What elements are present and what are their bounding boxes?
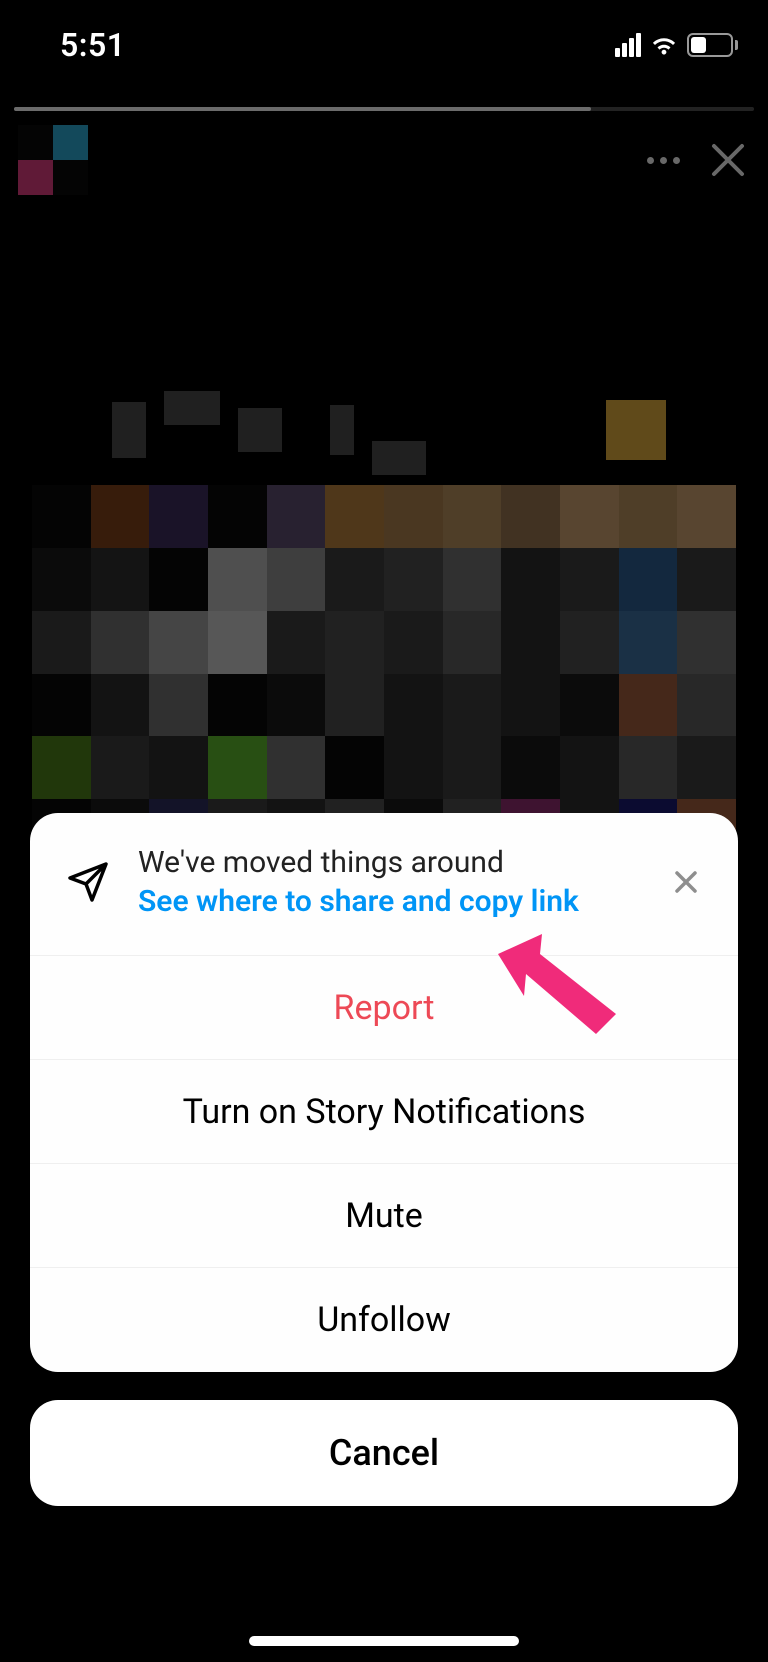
status-bar: 5:51 36 <box>0 0 768 90</box>
status-icons: 36 <box>615 33 738 57</box>
menu-item-unfollow[interactable]: Unfollow <box>30 1268 738 1372</box>
info-close-button[interactable] <box>664 860 708 904</box>
menu-item-label: Turn on Story Notifications <box>183 1092 586 1132</box>
battery-icon: 36 <box>687 33 738 57</box>
action-sheet: We've moved things around See where to s… <box>30 813 738 1372</box>
menu-item-mute[interactable]: Mute <box>30 1164 738 1268</box>
info-banner: We've moved things around See where to s… <box>30 813 738 956</box>
wifi-icon <box>649 33 679 57</box>
cancel-label: Cancel <box>329 1432 439 1474</box>
info-link[interactable]: See where to share and copy link <box>138 882 638 921</box>
menu-item-label: Mute <box>345 1196 423 1236</box>
status-time: 5:51 <box>40 26 126 64</box>
menu-item-label: Unfollow <box>317 1300 451 1340</box>
home-indicator[interactable] <box>249 1636 519 1646</box>
info-title: We've moved things around <box>138 843 638 882</box>
menu-item-label: Report <box>334 988 435 1028</box>
cancel-button[interactable]: Cancel <box>30 1400 738 1506</box>
battery-percentage: 36 <box>701 36 718 54</box>
menu-item-story-notifications[interactable]: Turn on Story Notifications <box>30 1060 738 1164</box>
menu-item-report[interactable]: Report <box>30 956 738 1060</box>
share-icon <box>64 858 112 906</box>
cellular-signal-icon <box>615 33 641 57</box>
